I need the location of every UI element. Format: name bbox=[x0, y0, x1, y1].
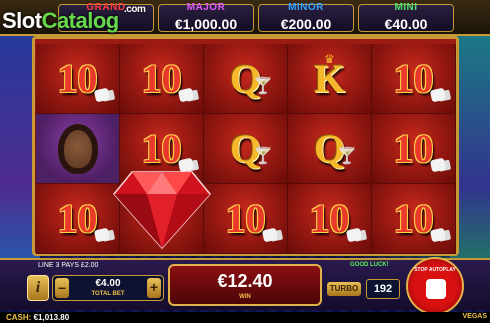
brand-name-part1: Slot bbox=[2, 8, 42, 33]
jackpot-mini-value: €40.00 bbox=[384, 16, 428, 32]
dice-icon bbox=[429, 227, 447, 243]
reel-cell: Q 🍸 bbox=[204, 114, 288, 184]
symbol-ten: 10 bbox=[309, 196, 350, 241]
dice-icon bbox=[429, 87, 447, 103]
dice-icon bbox=[93, 227, 111, 243]
game-name: VEGAS bbox=[462, 313, 487, 320]
reel-grid: 10 10 Q 🍸 ♛ K 10 10 Q 🍸 Q 🍸 10 10 10 10 … bbox=[36, 44, 456, 254]
decrease-bet-button[interactable]: – bbox=[55, 278, 69, 298]
jackpot-major-label: MAJOR bbox=[186, 2, 226, 13]
reel-cell: 10 bbox=[372, 114, 456, 184]
crown-icon: ♛ bbox=[324, 52, 335, 66]
symbol-ten: 10 bbox=[57, 56, 98, 101]
reel-cell: Q 🍸 bbox=[204, 44, 288, 114]
win-value: €12.40 bbox=[217, 271, 273, 291]
cash-value: €1,013.80 bbox=[33, 313, 70, 322]
reel-cell: Q 🍸 bbox=[288, 114, 372, 184]
symbol-ten: 10 bbox=[393, 126, 434, 171]
cash-balance: CASH: €1,013.80 bbox=[6, 313, 69, 322]
dice-icon bbox=[429, 157, 447, 173]
woman-portrait-symbol bbox=[57, 123, 98, 174]
reel-cell: 10 bbox=[36, 184, 120, 254]
reel-cell: 10 bbox=[372, 44, 456, 114]
total-bet-value: €4.00 bbox=[95, 278, 121, 289]
status-bar: CASH: €1,013.80 VEGAS bbox=[0, 312, 490, 323]
symbol-ten: 10 bbox=[393, 56, 434, 101]
win-display: €12.40 WIN bbox=[168, 264, 322, 306]
win-label: WIN bbox=[239, 294, 251, 300]
reel-cell: 10 bbox=[36, 44, 120, 114]
reel-cell: 10 bbox=[204, 184, 288, 254]
dice-icon bbox=[177, 87, 195, 103]
reel-cell: 10 bbox=[120, 44, 204, 114]
jackpot-major-value: €1,000.00 bbox=[174, 16, 238, 32]
total-bet-selector: – €4.00 TOTAL BET + bbox=[52, 275, 164, 301]
red-diamond-symbol bbox=[113, 171, 211, 250]
dice-icon bbox=[93, 87, 111, 103]
cash-label: CASH: bbox=[6, 313, 32, 322]
symbol-ten: 10 bbox=[141, 56, 182, 101]
jackpot-major: MAJOR €1,000.00 bbox=[158, 2, 254, 32]
reel-cell: ♛ K bbox=[288, 44, 372, 114]
martini-glass-icon: 🍸 bbox=[337, 148, 357, 165]
jackpot-minor-label: MINOR bbox=[288, 2, 324, 13]
reel-cell: 10 bbox=[288, 184, 372, 254]
jackpot-bar: GRAND MAJOR €1,000.00 MINOR €200.00 MINI… bbox=[0, 0, 490, 36]
info-button[interactable]: i bbox=[27, 275, 49, 301]
stop-autoplay-label: STOP AUTOPLAY bbox=[414, 267, 456, 273]
reel-cell: 10 bbox=[372, 184, 456, 254]
stop-icon bbox=[426, 279, 446, 299]
dice-icon bbox=[261, 227, 279, 243]
symbol-ten: 10 bbox=[57, 196, 98, 241]
line-win-info: LINE 3 PAYS £2.00 bbox=[38, 262, 99, 269]
increase-bet-button[interactable]: + bbox=[147, 278, 161, 298]
good-luck-message: GOOD LUCK! bbox=[350, 262, 389, 268]
reel-cell-diamond bbox=[113, 171, 211, 254]
brand-suffix: .com bbox=[124, 4, 146, 15]
jackpot-mini: MINI €40.00 bbox=[358, 2, 454, 32]
jackpot-minor: MINOR €200.00 bbox=[258, 2, 354, 32]
martini-glass-icon: 🍸 bbox=[253, 148, 273, 165]
dice-icon bbox=[345, 227, 363, 243]
brand-watermark: SlotCatalog .com bbox=[2, 4, 146, 34]
stop-autoplay-button[interactable]: STOP AUTOPLAY bbox=[406, 257, 464, 315]
jackpot-mini-label: MINI bbox=[394, 2, 418, 13]
reel-cell-portrait bbox=[36, 114, 120, 184]
martini-glass-icon: 🍸 bbox=[253, 78, 273, 95]
autoplay-remaining-count: 192 bbox=[366, 279, 400, 299]
symbol-ten: 10 bbox=[225, 196, 266, 241]
total-bet-label: TOTAL BET bbox=[91, 291, 125, 297]
jackpot-minor-value: €200.00 bbox=[280, 16, 332, 32]
turbo-button[interactable]: TURBO bbox=[327, 282, 361, 296]
brand-name-part2: Catalog bbox=[41, 8, 120, 33]
symbol-ten: 10 bbox=[393, 196, 434, 241]
